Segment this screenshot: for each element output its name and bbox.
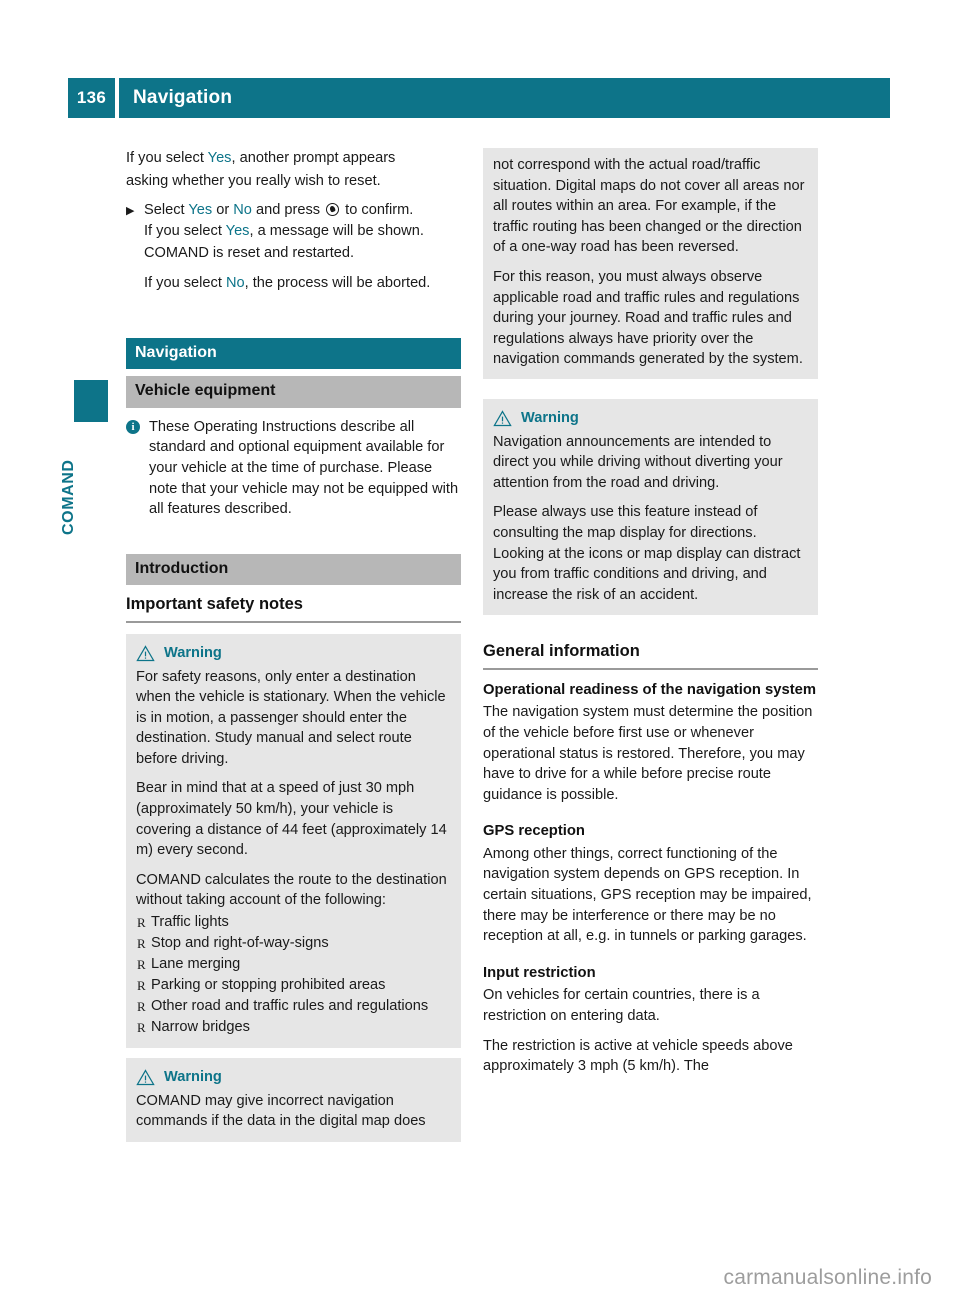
warning-triangle-icon (136, 644, 155, 661)
section-header-introduction: Introduction (126, 553, 461, 586)
warning-box-2-continuation: not correspond with the actual road/traf… (483, 148, 818, 379)
intro-paragraph: If you select Yes, another prompt appear… (126, 148, 461, 169)
list-item: R Stop and right-of-way-signs (136, 933, 451, 954)
list-item-label: Narrow bridges (151, 1019, 250, 1036)
intro-text-a: If you select (126, 150, 208, 166)
bullet-mark-icon: R (137, 999, 146, 1015)
controller-knob-icon (326, 203, 340, 217)
step-sub-paragraph-1: If you select Yes, a message will be sho… (126, 221, 461, 294)
list-item: R Lane merging (136, 954, 451, 975)
list-item-label: Lane merging (151, 956, 241, 973)
warning-2-cont-paragraph-2: For this reason, you must always observe… (493, 268, 803, 368)
info-icon: i (126, 419, 140, 434)
bullet-mark-icon: R (137, 936, 146, 952)
warning-3-paragraph-1: Navigation announcements are intended to… (493, 433, 783, 491)
warning-1-paragraph-2: Bear in mind that at a speed of just 30 … (136, 780, 447, 859)
subheading-operational-readiness: Operational readiness of the navigation … (483, 681, 817, 698)
step-sub-line2: COMAND is reset and restarted. (144, 245, 355, 262)
warning-1-list: R Traffic lights R Stop and right-of-way… (136, 912, 451, 1038)
warning-box-2: Warning COMAND may give incorrect naviga… (126, 1058, 461, 1142)
sub-text-b: , a message will be shown. (249, 222, 424, 239)
step-sub-line3: If you select No, the process will be ab… (144, 273, 461, 294)
intro-text-b: , another prompt appears (231, 150, 396, 166)
option-no: No (225, 274, 245, 291)
manual-page: 136 Navigation COMAND If you select Yes,… (0, 0, 960, 1302)
list-item-label: Parking or stopping prohibited areas (151, 977, 386, 994)
sub2-text-a: If you select (144, 274, 226, 291)
warning-header: Warning (136, 1067, 451, 1088)
left-column: If you select Yes, another prompt appear… (126, 148, 461, 1152)
page-header: 136 Navigation (68, 78, 890, 118)
page-number: 136 (68, 78, 115, 118)
page-title: Navigation (119, 78, 890, 118)
option-yes: Yes (225, 222, 250, 239)
input-restriction-paragraph-2: The restriction is active at vehicle spe… (483, 1037, 793, 1075)
step-text-c: and press (251, 202, 325, 219)
step-arrow-icon: ▶ (126, 205, 135, 218)
list-item-label: Stop and right-of-way-signs (151, 935, 329, 952)
operational-readiness-body: The navigation system must determine the… (483, 704, 813, 803)
list-item: R Parking or stopping prohibited areas (136, 975, 451, 996)
step-text-a: Select (144, 202, 189, 219)
info-note-vehicle-equipment: i These Operating Instructions describe … (126, 417, 461, 520)
warning-label: Warning (164, 1069, 222, 1086)
warning-header: Warning (136, 643, 451, 664)
warning-triangle-icon (136, 1069, 155, 1085)
section-header-navigation: Navigation (126, 337, 461, 370)
intro-paragraph-line2: asking whether you really wish to reset. (126, 172, 381, 189)
warning-2-paragraph-1: COMAND may give incorrect navigation com… (136, 1092, 426, 1130)
warning-3-paragraph-2: Please always use this feature instead o… (493, 504, 801, 603)
list-item: R Narrow bridges (136, 1017, 451, 1038)
list-item-label: Traffic lights (151, 914, 229, 931)
warning-triangle-icon (493, 410, 512, 426)
subheading-input-restriction: Input restriction (483, 964, 596, 981)
option-no: No (233, 202, 252, 219)
chapter-tab-marker (74, 380, 108, 422)
option-yes: Yes (207, 150, 232, 166)
bullet-mark-icon: R (137, 915, 146, 931)
list-item: R Other road and traffic rules and regul… (136, 996, 451, 1017)
warning-box-3: Warning Navigation announcements are int… (483, 398, 818, 616)
step-text-d: to confirm. (341, 202, 414, 219)
warning-header: Warning (493, 408, 808, 429)
subheading-gps-reception: GPS reception (483, 823, 585, 840)
bullet-mark-icon: R (137, 978, 146, 994)
sub-text-a: If you select (144, 222, 226, 239)
warning-2-cont-paragraph-1: not correspond with the actual road/traf… (493, 157, 805, 256)
gps-reception-body: Among other things, correct functioning … (483, 845, 812, 945)
input-restriction-paragraph-1: On vehicles for certain countries, there… (483, 987, 760, 1024)
step-instruction: ▶ Select Yes or No and press to confirm. (126, 200, 461, 221)
sub2-text-b: , the process will be aborted. (244, 274, 431, 291)
option-yes: Yes (188, 202, 213, 219)
heading-general-information: General information (483, 641, 818, 670)
warning-1-paragraph-1: For safety reasons, only enter a destina… (136, 668, 446, 767)
warning-box-1: Warning For safety reasons, only enter a… (126, 633, 461, 1049)
info-note-text: These Operating Instructions describe al… (149, 418, 459, 518)
list-item: R Traffic lights (136, 912, 451, 933)
bullet-mark-icon: R (137, 957, 146, 973)
right-column: not correspond with the actual road/traf… (483, 148, 818, 1077)
warning-1-paragraph-3: COMAND calculates the route to the desti… (136, 871, 447, 909)
step-instruction-text: Select Yes or No and press to confirm. (144, 200, 461, 221)
chapter-tab-label: COMAND (60, 459, 77, 535)
watermark: carmanualsonline.info (723, 1266, 932, 1289)
step-sub-line1: If you select Yes, a message will be sho… (144, 221, 461, 242)
step-text-b: or (212, 202, 234, 219)
warning-label: Warning (164, 644, 222, 661)
section-header-vehicle-equipment: Vehicle equipment (126, 376, 461, 408)
list-item-label: Other road and traffic rules and regulat… (151, 998, 429, 1015)
warning-label: Warning (521, 409, 579, 426)
bullet-mark-icon: R (137, 1020, 146, 1036)
heading-important-safety-notes: Important safety notes (126, 594, 461, 623)
